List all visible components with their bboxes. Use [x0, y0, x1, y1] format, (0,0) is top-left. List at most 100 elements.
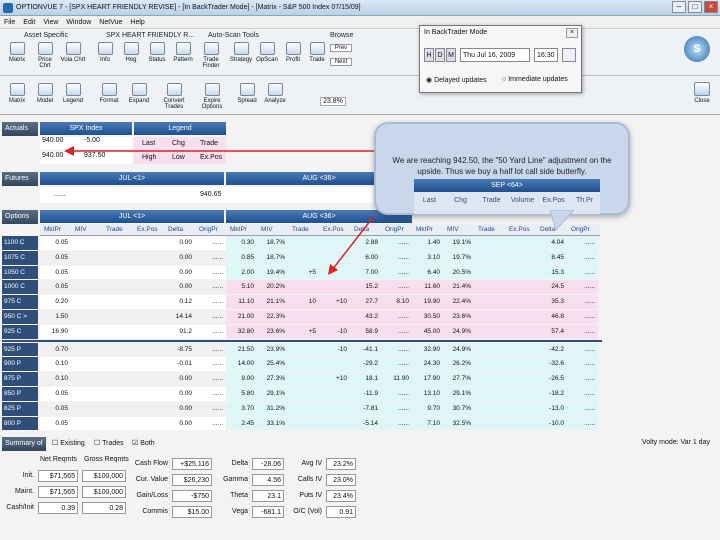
- chk-both[interactable]: ☑ Both: [132, 439, 155, 447]
- table-cell[interactable]: ......: [195, 239, 223, 246]
- table-cell[interactable]: -29.2: [350, 360, 378, 367]
- table-cell[interactable]: 24.9%: [443, 346, 471, 353]
- table-cell[interactable]: 32.80: [226, 328, 254, 335]
- table-cell[interactable]: 24.5: [536, 283, 564, 290]
- table-cell[interactable]: 5.80: [226, 390, 254, 397]
- table-cell[interactable]: -8.75: [164, 346, 192, 353]
- table-cell[interactable]: 19.90: [412, 298, 440, 305]
- convert-trades-button[interactable]: Convert Trades: [156, 83, 192, 110]
- table-cell[interactable]: ......: [567, 239, 595, 246]
- table-cell[interactable]: 57.4: [536, 328, 564, 335]
- menu-netvue[interactable]: NetVue: [99, 19, 122, 26]
- expand-button[interactable]: Expand: [126, 83, 152, 104]
- expire-options-button[interactable]: Expire Options: [194, 83, 230, 110]
- table-cell[interactable]: -10.0: [536, 420, 564, 427]
- table-cell[interactable]: 20.5%: [443, 269, 471, 276]
- table-cell[interactable]: 11.90: [381, 375, 409, 382]
- table-cell[interactable]: 15.2: [350, 283, 378, 290]
- table-cell[interactable]: ......: [381, 420, 409, 427]
- table-cell[interactable]: 22.3%: [257, 313, 285, 320]
- maximize-button[interactable]: □: [688, 1, 702, 13]
- menu-help[interactable]: Help: [130, 19, 144, 26]
- table-cell[interactable]: -0.01: [164, 360, 192, 367]
- matrix-button[interactable]: Matrix: [4, 42, 30, 63]
- table-cell[interactable]: 0.30: [226, 239, 254, 246]
- model-button[interactable]: Model: [32, 83, 58, 104]
- table-cell[interactable]: 91.2: [164, 328, 192, 335]
- table-cell[interactable]: +5: [288, 269, 316, 276]
- table-cell[interactable]: 7.10: [412, 420, 440, 427]
- table-cell[interactable]: 2.45: [226, 420, 254, 427]
- hog-button[interactable]: Hog: [118, 42, 144, 63]
- table-cell[interactable]: 0.20: [40, 298, 68, 305]
- table-cell[interactable]: ......: [195, 375, 223, 382]
- table-cell[interactable]: ......: [381, 283, 409, 290]
- table-cell[interactable]: ......: [195, 405, 223, 412]
- table-cell[interactable]: -7.81: [350, 405, 378, 412]
- table-cell[interactable]: 46.8: [536, 313, 564, 320]
- chk-trades[interactable]: ☐ Trades: [94, 439, 124, 447]
- h-button[interactable]: H: [424, 48, 434, 62]
- d-button[interactable]: D: [435, 48, 445, 62]
- table-cell[interactable]: ......: [195, 328, 223, 335]
- table-cell[interactable]: 30.50: [412, 313, 440, 320]
- table-cell[interactable]: 0.00: [164, 239, 192, 246]
- close-window-button[interactable]: ×: [704, 1, 718, 13]
- table-cell[interactable]: 43.2: [350, 313, 378, 320]
- table-cell[interactable]: 0.00: [164, 390, 192, 397]
- table-cell[interactable]: 0.05: [40, 269, 68, 276]
- table-cell[interactable]: ......: [567, 328, 595, 335]
- table-cell[interactable]: 21.00: [226, 313, 254, 320]
- menu-window[interactable]: Window: [66, 19, 91, 26]
- table-cell[interactable]: 27.7: [350, 298, 378, 305]
- table-cell[interactable]: 19.7%: [443, 254, 471, 261]
- table-cell[interactable]: 0.00: [164, 405, 192, 412]
- radio-delayed[interactable]: ◉ Delayed updates: [426, 76, 487, 84]
- table-cell[interactable]: -13.0: [536, 405, 564, 412]
- table-cell[interactable]: ......: [567, 269, 595, 276]
- table-cell[interactable]: 0.00: [164, 269, 192, 276]
- table-cell[interactable]: +10: [319, 375, 347, 382]
- table-cell[interactable]: ......: [567, 346, 595, 353]
- table-cell[interactable]: ......: [381, 239, 409, 246]
- table-cell[interactable]: 26.2%: [443, 360, 471, 367]
- table-cell[interactable]: 23.9%: [257, 346, 285, 353]
- table-cell[interactable]: 15.3: [536, 269, 564, 276]
- table-cell[interactable]: ......: [567, 420, 595, 427]
- table-cell[interactable]: ......: [195, 283, 223, 290]
- table-cell[interactable]: 0.05: [40, 390, 68, 397]
- table-cell[interactable]: 17.90: [412, 375, 440, 382]
- table-cell[interactable]: 1.40: [412, 239, 440, 246]
- table-cell[interactable]: ......: [195, 269, 223, 276]
- table-cell[interactable]: 4.04: [536, 239, 564, 246]
- table-cell[interactable]: 5.10: [226, 283, 254, 290]
- table-cell[interactable]: ......: [195, 313, 223, 320]
- chk-existing[interactable]: ☐ Existing: [52, 439, 85, 447]
- table-cell[interactable]: ......: [567, 283, 595, 290]
- trade-button[interactable]: Trade: [304, 42, 330, 63]
- table-cell[interactable]: +5: [288, 328, 316, 335]
- table-cell[interactable]: 21.50: [226, 346, 254, 353]
- table-cell[interactable]: 11.10: [226, 298, 254, 305]
- price-chart-button[interactable]: Price Chrt: [32, 42, 58, 69]
- date-field[interactable]: Thu Jul 16, 2009: [460, 48, 530, 62]
- table-cell[interactable]: 13.10: [412, 390, 440, 397]
- table-cell[interactable]: 45.00: [412, 328, 440, 335]
- table-cell[interactable]: -32.6: [536, 360, 564, 367]
- table-cell[interactable]: ......: [381, 328, 409, 335]
- table-cell[interactable]: ......: [381, 313, 409, 320]
- spread-button[interactable]: Spread: [234, 83, 260, 104]
- table-cell[interactable]: 19.4%: [257, 269, 285, 276]
- table-cell[interactable]: 1.50: [40, 313, 68, 320]
- table-cell[interactable]: ......: [381, 360, 409, 367]
- matrix2-button[interactable]: Matrix: [4, 83, 30, 104]
- table-cell[interactable]: 58.9: [350, 328, 378, 335]
- table-cell[interactable]: 25.4%: [257, 360, 285, 367]
- table-cell[interactable]: -26.5: [536, 375, 564, 382]
- table-cell[interactable]: ......: [195, 390, 223, 397]
- table-cell[interactable]: 9.70: [412, 405, 440, 412]
- table-cell[interactable]: 0.12: [164, 298, 192, 305]
- menu-file[interactable]: File: [4, 19, 15, 26]
- percent-field[interactable]: 23.8%: [320, 97, 346, 106]
- vola-chart-button[interactable]: Vola Chrt: [60, 42, 86, 63]
